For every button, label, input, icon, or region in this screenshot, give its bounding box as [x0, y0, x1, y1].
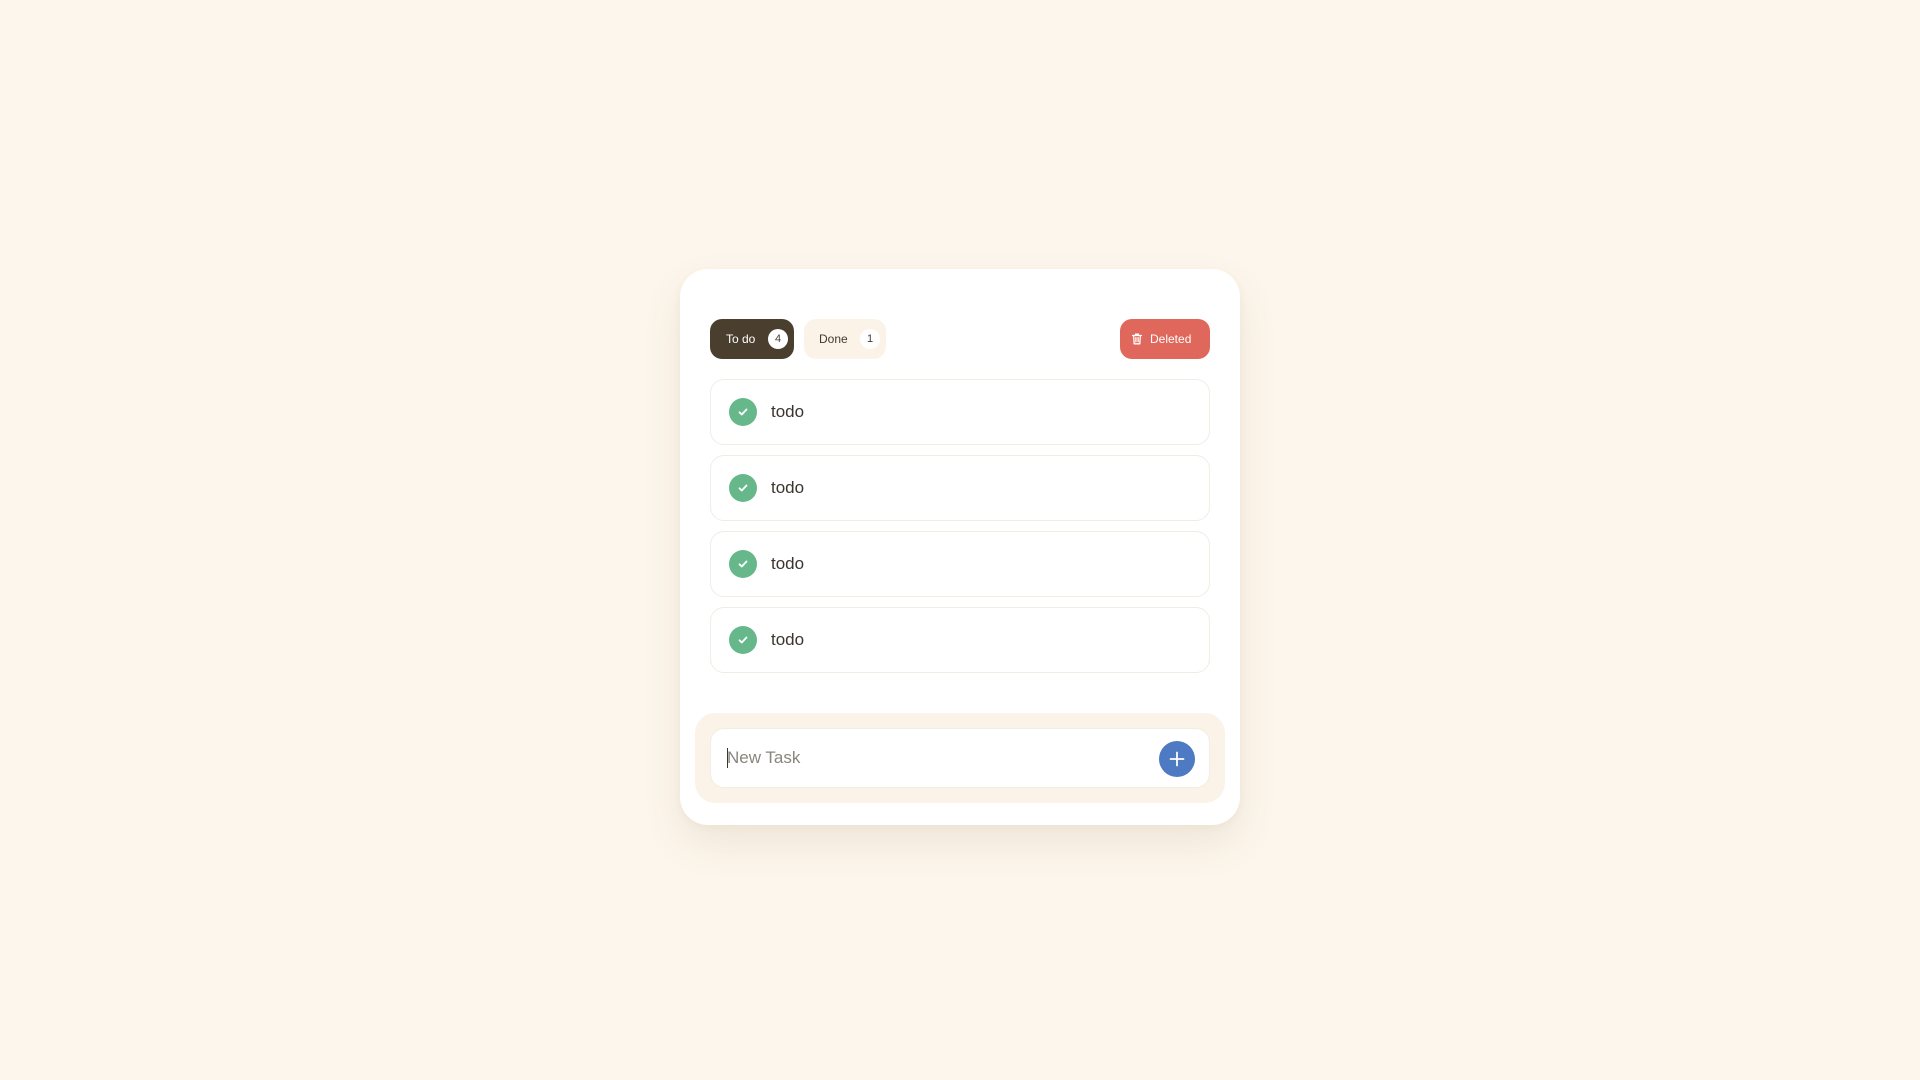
check-icon[interactable]: [729, 474, 757, 502]
task-list: todo todo todo todo: [710, 379, 1210, 683]
task-text: todo: [771, 630, 805, 649]
deleted-label: Deleted: [1150, 332, 1192, 346]
new-task-composer: [695, 713, 1225, 803]
tab-done-count-badge: 1: [860, 329, 880, 349]
plus-icon: [1168, 750, 1186, 768]
task-item: todo: [710, 607, 1210, 673]
task-text: todo: [771, 402, 805, 421]
task-text: todo: [771, 478, 805, 497]
task-item: todo: [710, 531, 1210, 597]
trash-icon: [1130, 332, 1144, 346]
todo-card: To do 4 Done 1 Deleted todo todo todo to…: [680, 269, 1240, 825]
tab-bar: To do 4 Done 1 Deleted: [710, 319, 1210, 359]
check-icon[interactable]: [729, 398, 757, 426]
task-text: todo: [771, 554, 805, 573]
task-item: todo: [710, 379, 1210, 445]
text-caret: [727, 748, 728, 768]
tab-done-label: Done: [819, 332, 848, 346]
add-task-button[interactable]: [1159, 741, 1195, 777]
new-task-input[interactable]: [727, 729, 1127, 787]
check-icon[interactable]: [729, 626, 757, 654]
tab-todo-count-badge: 4: [768, 329, 788, 349]
new-task-field: [710, 728, 1210, 788]
tab-done[interactable]: Done 1: [804, 319, 886, 359]
tab-todo[interactable]: To do 4: [710, 319, 794, 359]
check-icon[interactable]: [729, 550, 757, 578]
tab-todo-label: To do: [726, 332, 756, 346]
task-item: todo: [710, 455, 1210, 521]
deleted-button[interactable]: Deleted: [1120, 319, 1210, 359]
